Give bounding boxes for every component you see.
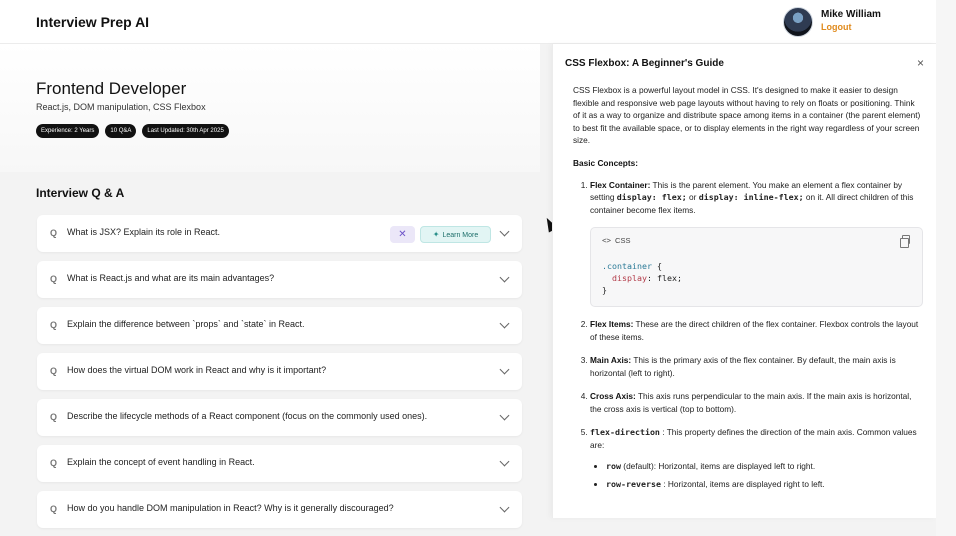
qa-item[interactable]: Q Explain the difference between `props`… bbox=[37, 307, 522, 344]
session-hero: Frontend Developer React.js, DOM manipul… bbox=[0, 44, 540, 172]
chevron-down-icon[interactable] bbox=[499, 272, 510, 283]
concept-text: This axis runs perpendicular to the main… bbox=[590, 391, 912, 414]
question-marker-icon: Q bbox=[50, 458, 58, 468]
logout-button[interactable]: Logout bbox=[821, 22, 852, 32]
chevron-down-icon[interactable] bbox=[499, 456, 510, 467]
question-marker-icon: Q bbox=[50, 412, 58, 422]
qa-item[interactable]: Q How do you handle DOM manipulation in … bbox=[37, 491, 522, 528]
learn-more-label: Learn More bbox=[442, 232, 479, 239]
concept-text: or bbox=[686, 192, 699, 202]
chevron-down-icon[interactable] bbox=[499, 364, 510, 375]
user-name: Mike William bbox=[821, 9, 881, 20]
question-text: Explain the difference between `props` a… bbox=[67, 319, 305, 329]
close-icon[interactable]: × bbox=[917, 56, 924, 70]
user-profile: Mike William Logout bbox=[783, 7, 953, 39]
qa-item[interactable]: Q How does the virtual DOM work in React… bbox=[37, 353, 522, 390]
question-marker-icon: Q bbox=[50, 504, 58, 514]
topics-text: React.js, DOM manipulation, CSS Flexbox bbox=[36, 102, 206, 112]
question-marker-icon: Q bbox=[50, 274, 58, 284]
qa-item[interactable]: Q Explain the concept of event handling … bbox=[37, 445, 522, 482]
sparkle-icon: ✦ bbox=[432, 230, 440, 239]
concept-term: Cross Axis: bbox=[590, 391, 636, 401]
concept-text: This is the primary axis of the flex con… bbox=[590, 355, 896, 378]
concept-term: Main Axis: bbox=[590, 355, 632, 365]
qa-item[interactable]: Q What is JSX? Explain its role in React… bbox=[37, 215, 522, 252]
code-selector: .container bbox=[602, 261, 652, 271]
inline-code: row-reverse bbox=[606, 478, 661, 489]
value-text: : Horizontal, items are displayed right … bbox=[660, 478, 825, 489]
concept-list: Flex Container: This is the parent eleme… bbox=[573, 179, 923, 491]
concept-text: These are the direct children of the fle… bbox=[590, 319, 919, 342]
question-text: How do you handle DOM manipulation in Re… bbox=[67, 503, 394, 513]
value-text: (default): Horizontal, items are display… bbox=[621, 461, 816, 471]
concept-item: Flex Container: This is the parent eleme… bbox=[590, 179, 923, 307]
intro-paragraph: CSS Flexbox is a powerful layout model i… bbox=[573, 85, 921, 145]
chevron-down-icon[interactable] bbox=[499, 318, 510, 329]
question-text: What is JSX? Explain its role in React. bbox=[67, 227, 221, 237]
question-text: Explain the concept of event handling in… bbox=[67, 457, 255, 467]
code-icon: <> bbox=[602, 236, 612, 245]
qa-list: Q What is JSX? Explain its role in React… bbox=[37, 215, 522, 536]
badge-row: Experience: 2 Years 10 Q&A Last Updated:… bbox=[36, 124, 229, 138]
qa-item[interactable]: Q Describe the lifecycle methods of a Re… bbox=[37, 399, 522, 436]
inline-code: row bbox=[606, 461, 621, 471]
learn-more-button[interactable]: ✦ Learn More bbox=[420, 226, 491, 243]
question-marker-icon: Q bbox=[50, 228, 58, 238]
value-list: row (default): Horizontal, items are dis… bbox=[590, 460, 923, 490]
qa-count-badge: 10 Q&A bbox=[105, 124, 137, 138]
experience-badge: Experience: 2 Years bbox=[36, 124, 100, 138]
qa-section-title: Interview Q & A bbox=[36, 186, 125, 200]
inline-code: flex-direction bbox=[590, 427, 660, 437]
last-updated-badge: Last Updated: 30th Apr 2025 bbox=[142, 124, 229, 138]
code-line: } bbox=[602, 285, 607, 295]
chevron-down-icon[interactable] bbox=[499, 502, 510, 513]
qa-item[interactable]: Q What is React.js and what are its main… bbox=[37, 261, 522, 298]
code-property: display bbox=[612, 273, 647, 283]
code-lines: .container { display: flex; } bbox=[602, 260, 682, 296]
question-text: How does the virtual DOM work in React a… bbox=[67, 365, 327, 375]
question-marker-icon: Q bbox=[50, 320, 58, 330]
drawer-content: CSS Flexbox is a powerful layout model i… bbox=[573, 84, 923, 501]
learn-more-drawer: CSS Flexbox: A Beginner's Guide × CSS Fl… bbox=[552, 44, 936, 518]
concept-term: Flex Container: bbox=[590, 179, 651, 190]
concept-item: Flex Items: These are the direct childre… bbox=[590, 318, 923, 343]
inline-code: display: flex; bbox=[616, 192, 687, 202]
question-text: What is React.js and what are its main a… bbox=[67, 273, 275, 283]
app-root: Interview Prep AI Mike William Logout Fr… bbox=[0, 0, 956, 536]
section-heading: Basic Concepts: bbox=[573, 157, 639, 168]
value-item: row-reverse : Horizontal, items are disp… bbox=[606, 478, 923, 491]
concept-term: Flex Items: bbox=[590, 319, 634, 329]
code-header: <> CSS bbox=[602, 235, 630, 248]
pin-icon: ✕ bbox=[398, 229, 407, 240]
top-nav: Interview Prep AI Mike William Logout bbox=[0, 0, 956, 44]
chevron-down-icon[interactable] bbox=[499, 410, 510, 421]
question-text: Describe the lifecycle methods of a Reac… bbox=[67, 411, 428, 421]
value-item: row (default): Horizontal, items are dis… bbox=[606, 460, 923, 473]
pin-button[interactable]: ✕ bbox=[390, 226, 415, 243]
page-edge bbox=[936, 0, 956, 536]
question-marker-icon: Q bbox=[50, 366, 58, 376]
code-line: .container { bbox=[602, 260, 682, 272]
copy-icon[interactable] bbox=[900, 235, 910, 248]
code-text: { bbox=[651, 261, 662, 271]
code-text: : flex; bbox=[646, 273, 682, 283]
brand-title[interactable]: Interview Prep AI bbox=[36, 14, 149, 30]
inline-code: display: inline-flex; bbox=[698, 192, 804, 202]
concept-item: Cross Axis: This axis runs perpendicular… bbox=[590, 390, 923, 415]
chevron-down-icon[interactable] bbox=[499, 226, 510, 237]
code-language: CSS bbox=[615, 236, 631, 245]
code-line: display: flex; bbox=[602, 272, 682, 284]
role-title: Frontend Developer bbox=[36, 79, 187, 98]
avatar[interactable] bbox=[783, 7, 813, 37]
concept-item: Main Axis: This is the primary axis of t… bbox=[590, 354, 923, 379]
drawer-title: CSS Flexbox: A Beginner's Guide bbox=[565, 58, 724, 69]
code-block: <> CSS .container { display: flex; } bbox=[590, 227, 923, 307]
concept-item: flex-direction : This property defines t… bbox=[590, 426, 923, 490]
